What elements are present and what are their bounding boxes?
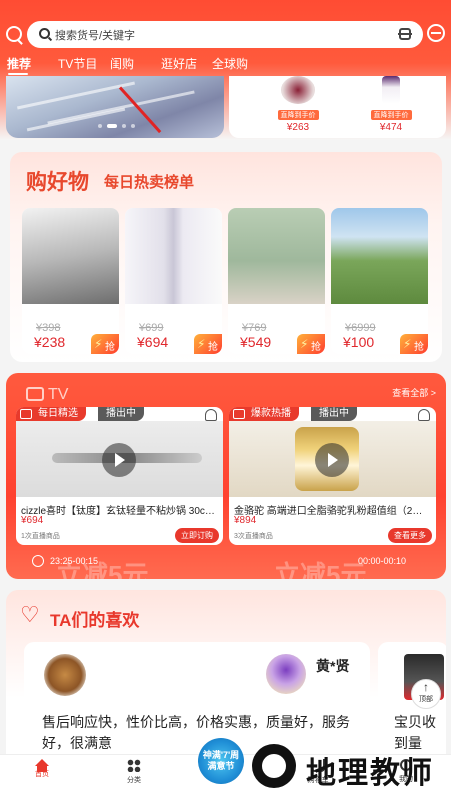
mini-product[interactable]: 直降到手价 ¥474 xyxy=(356,76,426,133)
section-title: 购好物 xyxy=(26,171,89,194)
tab-active-indicator xyxy=(8,73,28,75)
bolt-icon: ⚡ xyxy=(403,337,412,351)
product-price: ¥894 xyxy=(234,515,257,526)
app-logo-icon[interactable] xyxy=(6,26,22,42)
carousel-dots xyxy=(98,124,135,128)
arrow-up-icon: ↑ xyxy=(423,680,429,694)
video-preview[interactable] xyxy=(229,421,436,497)
avatar xyxy=(266,654,306,694)
tv-icon xyxy=(20,409,32,419)
bolt-icon: ⚡ xyxy=(197,337,206,351)
hot-product-card[interactable]: ¥398 ¥238 ⚡ 抢 xyxy=(22,208,119,354)
schedule-time: 00:00-00:10 xyxy=(358,556,407,566)
nav-label: 分类 xyxy=(127,777,141,784)
back-to-top-label: 顶部 xyxy=(419,696,433,703)
grab-badge[interactable]: ⚡ 抢 xyxy=(400,334,428,354)
nav-category[interactable]: 分类 xyxy=(114,759,154,785)
product-image xyxy=(382,76,400,104)
hot-product-card[interactable]: ¥6999 ¥100 ⚡ 抢 xyxy=(331,208,428,354)
tab-tv-programs[interactable]: TV节目 xyxy=(58,55,97,72)
tv-icon xyxy=(26,387,44,401)
product-price: ¥694 xyxy=(21,515,44,526)
product-image xyxy=(22,208,119,304)
sale-price: ¥549 xyxy=(240,334,272,350)
promo-bubble[interactable]: 神满'7'周 满意节 xyxy=(198,738,244,784)
play-icon[interactable] xyxy=(315,443,349,477)
product-image xyxy=(228,208,325,304)
order-now-button[interactable]: 立即订购 xyxy=(175,528,219,543)
reminder-bell-icon[interactable] xyxy=(418,409,430,421)
mini-product[interactable]: 直降到手价 ¥263 xyxy=(263,76,333,133)
search-input[interactable]: 搜索货号/关键字 xyxy=(27,21,423,48)
scan-icon[interactable] xyxy=(398,28,412,40)
schedule-time: 23:25-00:15 xyxy=(50,556,99,566)
live-count: 3次直播商品 xyxy=(234,533,273,540)
grab-badge[interactable]: ⚡ 抢 xyxy=(194,334,222,354)
tab-recommend[interactable]: 推荐 xyxy=(7,55,31,72)
product-price: ¥263 xyxy=(286,122,310,133)
live-status: 播出中 xyxy=(311,407,357,421)
tv-live-panel[interactable]: 每日精选 播出中 cizzle喜时【钛度】玄钛轻量不粘炒锅 30c… ¥694 … xyxy=(16,407,223,545)
tab-group-buy[interactable]: 闺购 xyxy=(110,55,134,72)
mini-product-card: 直降到手价 ¥263 直降到手价 ¥474 xyxy=(229,76,446,138)
bolt-icon: ⚡ xyxy=(94,337,103,351)
back-to-top-button[interactable]: ↑ 顶部 xyxy=(411,679,441,709)
product-image xyxy=(331,208,428,304)
product-image xyxy=(44,654,86,696)
tv-icon xyxy=(233,409,245,419)
tv-live-panel[interactable]: 爆款热播 播出中 金骆驼 高端进口全脂骆驼乳粉超值组（2… ¥894 3次直播商… xyxy=(229,407,436,545)
live-status: 播出中 xyxy=(98,407,144,421)
see-more-button[interactable]: 查看更多 xyxy=(388,528,432,543)
sale-price: ¥238 xyxy=(34,334,66,350)
search-row: 搜索货号/关键字 xyxy=(0,18,451,50)
reviewer-name: 黄*贤 xyxy=(316,658,350,674)
live-count: 1次直播商品 xyxy=(21,533,60,540)
watermark-text: 地理教师 xyxy=(306,757,434,789)
tv-section: TV 查看全部 > 每日精选 播出中 cizzle喜时【钛度】玄钛轻量不粘炒锅 … xyxy=(6,373,446,579)
original-price: ¥6999 xyxy=(345,322,376,334)
home-icon xyxy=(35,759,49,772)
sale-price: ¥694 xyxy=(137,334,169,350)
product-image xyxy=(281,76,315,104)
nav-home[interactable]: 首页 xyxy=(22,759,62,779)
bolt-icon: ⚡ xyxy=(300,337,309,351)
product-name: cizzle喜时【钛度】玄钛轻量不粘炒锅 30c… xyxy=(21,506,215,517)
original-price: ¥398 xyxy=(36,322,61,334)
original-price: ¥699 xyxy=(139,322,164,334)
tv-schedule: 23:25-00:15 00:00-00:10 xyxy=(6,551,446,579)
section-title: TA们的喜欢 xyxy=(50,611,140,630)
hot-product-card[interactable]: ¥769 ¥549 ⚡ 抢 xyxy=(228,208,325,354)
view-all-link[interactable]: 查看全部 > xyxy=(392,386,436,399)
original-price: ¥769 xyxy=(242,322,267,334)
tab-shops[interactable]: 逛好店 xyxy=(161,55,197,72)
grab-badge[interactable]: ⚡ 抢 xyxy=(297,334,325,354)
grab-badge[interactable]: ⚡ 抢 xyxy=(91,334,119,354)
grid-icon xyxy=(127,759,141,772)
banner-carousel[interactable] xyxy=(6,76,224,138)
hot-sales-section: 购好物 每日热卖榜单 ¥398 ¥238 ⚡ 抢 ¥699 ¥694 ⚡ 抢 ¥76… xyxy=(10,152,442,362)
price-tag: 直降到手价 xyxy=(370,110,412,120)
clock-icon xyxy=(32,555,44,567)
heart-icon: ♡ xyxy=(20,602,40,627)
reminder-bell-icon[interactable] xyxy=(205,409,217,421)
product-name: 金骆驼 高端进口全脂骆驼乳粉超值组（2… xyxy=(234,506,423,517)
program-chip: 每日精选 xyxy=(16,407,86,421)
watermark: 地理教师 xyxy=(252,744,451,789)
video-preview[interactable] xyxy=(16,421,223,497)
category-tabs: 推荐 TV节目 闺购 逛好店 全球购 xyxy=(0,53,451,75)
search-icon xyxy=(39,28,50,39)
hot-product-card[interactable]: ¥699 ¥694 ⚡ 抢 xyxy=(125,208,222,354)
message-icon[interactable] xyxy=(427,24,445,42)
tab-global-buy[interactable]: 全球购 xyxy=(212,55,248,72)
tv-title: TV xyxy=(48,386,69,403)
product-price: ¥474 xyxy=(379,122,403,133)
sale-price: ¥100 xyxy=(343,334,375,350)
program-chip: 爆款热播 xyxy=(229,407,299,421)
watermark-logo-icon xyxy=(252,744,296,788)
price-tag: 直降到手价 xyxy=(277,110,319,120)
search-placeholder: 搜索货号/关键字 xyxy=(55,30,136,42)
play-icon[interactable] xyxy=(102,443,136,477)
product-image xyxy=(125,208,222,304)
section-subtitle: 每日热卖榜单 xyxy=(104,174,195,191)
